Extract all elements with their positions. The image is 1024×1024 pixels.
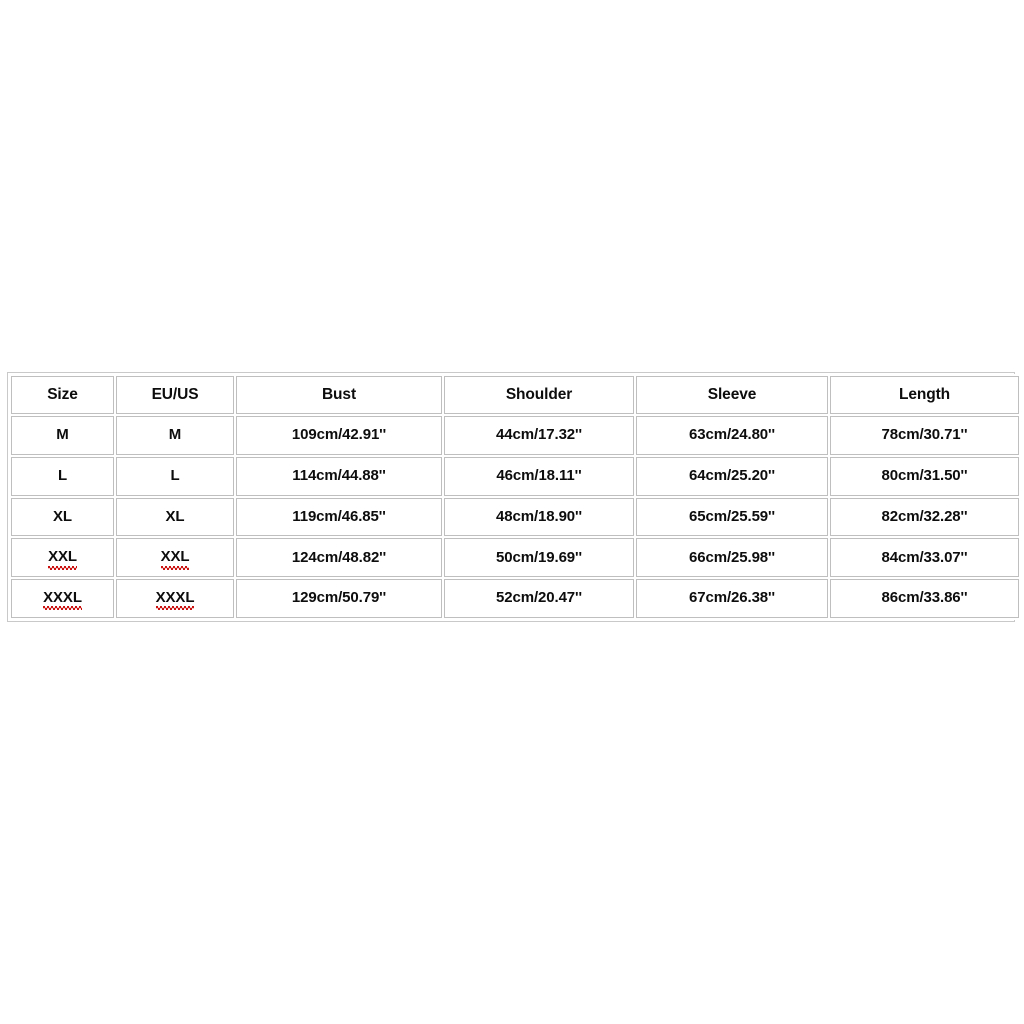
table-row: XXL XXL 124cm/48.82'' 50cm/19.69'' 66cm/… bbox=[11, 538, 1019, 578]
cell-size: L bbox=[11, 456, 114, 496]
cell-eu-us: L bbox=[116, 456, 234, 496]
column-header-length: Length bbox=[830, 376, 1019, 414]
eu-us-label: XXL bbox=[160, 548, 190, 569]
cell-sleeve: 66cm/25.98'' bbox=[636, 538, 828, 578]
size-label: XL bbox=[53, 507, 72, 525]
cell-size: XL bbox=[11, 497, 114, 537]
cell-bust: 109cm/42.91'' bbox=[236, 416, 442, 455]
cell-bust: 114cm/44.88'' bbox=[236, 456, 442, 496]
cell-length: 84cm/33.07'' bbox=[830, 538, 1019, 578]
cell-bust: 119cm/46.85'' bbox=[236, 497, 442, 537]
eu-us-label: L bbox=[170, 466, 180, 484]
table-row: XXXL XXXL 129cm/50.79'' 52cm/20.47'' 67c… bbox=[11, 579, 1019, 618]
size-label: XXXL bbox=[43, 588, 82, 610]
column-header-shoulder: Shoulder bbox=[444, 376, 634, 414]
size-label: M bbox=[56, 426, 69, 444]
cell-eu-us: XL bbox=[116, 497, 234, 537]
eu-us-label: XXXL bbox=[155, 588, 195, 610]
eu-us-label: XL bbox=[165, 507, 185, 525]
column-header-eu-us: EU/US bbox=[116, 376, 234, 414]
size-chart-container: Size EU/US Bust Shoulder Sleeve Length M… bbox=[7, 372, 1021, 622]
cell-size: XXXL bbox=[11, 579, 114, 618]
size-chart-header: Size EU/US Bust Shoulder Sleeve Length bbox=[11, 376, 1019, 414]
cell-shoulder: 52cm/20.47'' bbox=[444, 579, 634, 618]
table-row: L L 114cm/44.88'' 46cm/18.11'' 64cm/25.2… bbox=[11, 456, 1019, 496]
cell-length: 80cm/31.50'' bbox=[830, 456, 1019, 496]
cell-length: 82cm/32.28'' bbox=[830, 497, 1019, 537]
cell-eu-us: XXXL bbox=[116, 579, 234, 618]
column-header-size: Size bbox=[11, 376, 114, 414]
cell-eu-us: M bbox=[116, 416, 234, 455]
cell-size: M bbox=[11, 416, 114, 455]
cell-size: XXL bbox=[11, 538, 114, 578]
cell-shoulder: 48cm/18.90'' bbox=[444, 497, 634, 537]
cell-sleeve: 65cm/25.59'' bbox=[636, 497, 828, 537]
cell-sleeve: 64cm/25.20'' bbox=[636, 456, 828, 496]
table-row: M M 109cm/42.91'' 44cm/17.32'' 63cm/24.8… bbox=[11, 416, 1019, 455]
cell-length: 78cm/30.71'' bbox=[830, 416, 1019, 455]
cell-shoulder: 46cm/18.11'' bbox=[444, 456, 634, 496]
column-header-bust: Bust bbox=[236, 376, 442, 414]
size-label: XXL bbox=[48, 548, 77, 569]
cell-shoulder: 44cm/17.32'' bbox=[444, 416, 634, 455]
cell-eu-us: XXL bbox=[116, 538, 234, 578]
cell-sleeve: 63cm/24.80'' bbox=[636, 416, 828, 455]
size-chart-body: M M 109cm/42.91'' 44cm/17.32'' 63cm/24.8… bbox=[11, 416, 1019, 618]
cell-sleeve: 67cm/26.38'' bbox=[636, 579, 828, 618]
eu-us-label: M bbox=[168, 426, 182, 444]
table-header-row: Size EU/US Bust Shoulder Sleeve Length bbox=[11, 376, 1019, 414]
column-header-sleeve: Sleeve bbox=[636, 376, 828, 414]
cell-length: 86cm/33.86'' bbox=[830, 579, 1019, 618]
size-chart-table: Size EU/US Bust Shoulder Sleeve Length M… bbox=[9, 374, 1021, 620]
size-label: L bbox=[57, 466, 68, 484]
cell-shoulder: 50cm/19.69'' bbox=[444, 538, 634, 578]
cell-bust: 129cm/50.79'' bbox=[236, 579, 442, 618]
cell-bust: 124cm/48.82'' bbox=[236, 538, 442, 578]
table-row: XL XL 119cm/46.85'' 48cm/18.90'' 65cm/25… bbox=[11, 497, 1019, 537]
